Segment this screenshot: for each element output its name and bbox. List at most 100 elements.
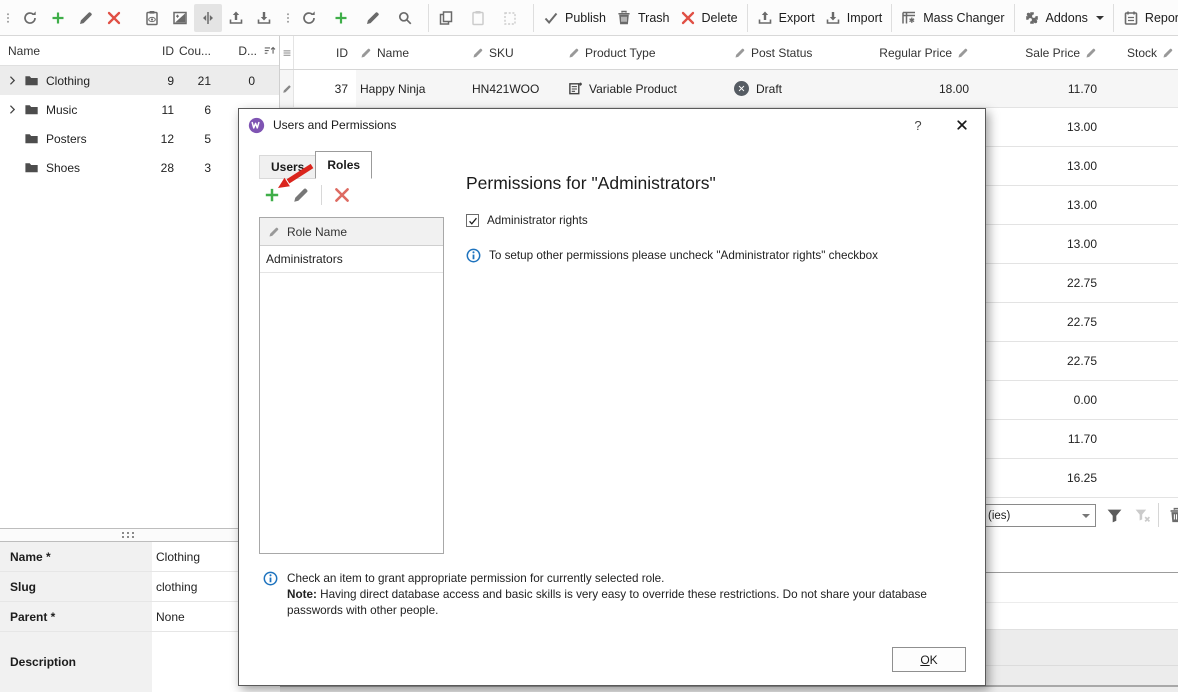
delete-product-button[interactable]: Delete bbox=[675, 4, 743, 32]
delete-filter-button[interactable] bbox=[1164, 503, 1178, 527]
dialog-tabs: Users Roles bbox=[259, 151, 372, 179]
sale-price-cell[interactable]: 22.75 bbox=[975, 315, 1103, 329]
permissions-info-text: To setup other permissions please unchec… bbox=[489, 248, 878, 262]
mass-changer-button[interactable]: Mass Changer bbox=[891, 4, 1009, 32]
addons-button[interactable]: Addons bbox=[1014, 4, 1109, 32]
sort-icon[interactable] bbox=[261, 44, 279, 58]
tree-export-button[interactable] bbox=[222, 4, 250, 32]
edit-role-button[interactable] bbox=[292, 186, 310, 204]
tree-row[interactable]: Clothing 9 21 0 bbox=[0, 66, 279, 95]
close-icon[interactable] bbox=[949, 114, 975, 136]
column-header-regular-price[interactable]: Regular Price bbox=[876, 46, 975, 60]
edit-product-button[interactable] bbox=[360, 4, 392, 32]
sale-price-cell[interactable]: 13.00 bbox=[975, 159, 1103, 173]
roles-toolbar bbox=[263, 185, 351, 205]
category-id: 9 bbox=[122, 74, 174, 88]
export-button[interactable]: Export bbox=[747, 4, 820, 32]
column-header-sale-price[interactable]: Sale Price bbox=[975, 46, 1103, 60]
column-header-sku[interactable]: SKU bbox=[468, 46, 564, 60]
toolbar-button-label: Export bbox=[779, 11, 815, 25]
funnel-icon bbox=[1106, 507, 1123, 524]
category-id: 11 bbox=[122, 103, 174, 117]
category-d-value: 0 bbox=[211, 74, 261, 88]
role-row[interactable]: Administrators bbox=[260, 246, 443, 273]
column-header-post-status[interactable]: Post Status bbox=[728, 46, 876, 60]
filter-dropdown[interactable]: (ies) bbox=[982, 504, 1096, 527]
expand-chevron-icon[interactable] bbox=[0, 104, 24, 115]
column-header-name[interactable]: Name bbox=[356, 46, 468, 60]
sale-price-cell[interactable]: 11.70 bbox=[975, 432, 1103, 446]
product-row[interactable]: 37 Happy Ninja HN421WOO Variable Product… bbox=[280, 70, 1178, 108]
regular-price-cell[interactable]: 18.00 bbox=[876, 82, 975, 96]
refresh-button[interactable] bbox=[296, 4, 328, 32]
tree-column-name[interactable]: Name bbox=[0, 44, 122, 58]
trash-button[interactable]: Trash bbox=[611, 4, 675, 32]
tree-split-columns-button[interactable] bbox=[194, 4, 222, 32]
help-button[interactable]: ? bbox=[907, 114, 929, 136]
sale-price-cell[interactable]: 13.00 bbox=[975, 237, 1103, 251]
toolbar-icon bbox=[397, 10, 413, 26]
column-header-stock[interactable]: Stock bbox=[1103, 46, 1178, 60]
edit-pencil-icon bbox=[360, 47, 372, 59]
product-type-cell[interactable]: Variable Product bbox=[564, 81, 728, 96]
folder-icon bbox=[24, 73, 39, 88]
add-product-button[interactable] bbox=[328, 4, 360, 32]
expand-chevron-icon[interactable] bbox=[0, 75, 24, 86]
apply-filter-button[interactable] bbox=[1102, 503, 1126, 527]
toolbar-icon bbox=[901, 10, 917, 26]
category-id: 28 bbox=[122, 161, 174, 175]
tab-roles[interactable]: Roles bbox=[315, 151, 372, 179]
toolbar-button-label: Reports bbox=[1145, 11, 1178, 25]
tree-column-d[interactable]: D... bbox=[211, 44, 261, 58]
tree-delete-button[interactable] bbox=[100, 4, 128, 32]
product-sku-cell[interactable]: HN421WOO bbox=[468, 82, 564, 96]
sale-price-cell[interactable]: 22.75 bbox=[975, 276, 1103, 290]
toolbar-grip-handle[interactable] bbox=[2, 5, 14, 31]
product-status-cell[interactable]: Draft bbox=[728, 81, 876, 96]
sale-price-cell[interactable]: 0.00 bbox=[975, 393, 1103, 407]
sale-price-cell[interactable]: 22.75 bbox=[975, 354, 1103, 368]
row-edit-pencil-icon[interactable] bbox=[280, 70, 294, 107]
role-list-header[interactable]: Role Name bbox=[260, 218, 443, 246]
reports-button[interactable]: Reports bbox=[1113, 4, 1178, 32]
search-button[interactable] bbox=[392, 4, 424, 32]
menu-icon[interactable] bbox=[280, 36, 294, 69]
administrator-rights-checkbox-row[interactable]: Administrator rights bbox=[466, 214, 971, 227]
toolbar-icon bbox=[333, 10, 349, 26]
tree-add-button[interactable] bbox=[44, 4, 72, 32]
product-id-cell[interactable]: 37 bbox=[294, 70, 356, 107]
clear-filter-button[interactable] bbox=[1130, 503, 1154, 527]
tree-refresh-button[interactable] bbox=[16, 4, 44, 32]
tree-column-id[interactable]: ID bbox=[122, 44, 174, 58]
sale-price-cell[interactable]: 11.70 bbox=[975, 82, 1103, 96]
delete-role-button[interactable] bbox=[333, 186, 351, 204]
tab-users[interactable]: Users bbox=[259, 155, 316, 179]
tree-edit-button[interactable] bbox=[72, 4, 100, 32]
toolbar-icon bbox=[106, 10, 122, 26]
sale-price-cell[interactable]: 13.00 bbox=[975, 120, 1103, 134]
toolbar-grip-handle[interactable] bbox=[282, 5, 294, 31]
import-button[interactable]: Import bbox=[820, 4, 887, 32]
paste-special-button[interactable] bbox=[497, 4, 529, 32]
copy-button[interactable] bbox=[428, 4, 465, 32]
edit-pencil-icon bbox=[1085, 47, 1097, 59]
sale-price-cell[interactable]: 13.00 bbox=[975, 198, 1103, 212]
tree-column-count[interactable]: Cou... bbox=[174, 44, 211, 58]
edit-pencil-icon bbox=[734, 47, 746, 59]
dialog-title: Users and Permissions bbox=[273, 118, 396, 132]
column-header-id[interactable]: ID bbox=[294, 36, 356, 69]
ok-button[interactable]: OK bbox=[892, 647, 966, 672]
tree-preview-button[interactable] bbox=[138, 4, 166, 32]
publish-button[interactable]: Publish bbox=[533, 4, 611, 32]
toolbar-icon bbox=[172, 10, 188, 26]
sale-price-cell[interactable]: 16.25 bbox=[975, 471, 1103, 485]
toolbar-icon bbox=[50, 10, 66, 26]
column-header-product-type[interactable]: Product Type bbox=[564, 46, 728, 60]
toolbar-button-label: Delete bbox=[702, 11, 738, 25]
tree-image-button[interactable] bbox=[166, 4, 194, 32]
tree-import-button[interactable] bbox=[250, 4, 278, 32]
paste-button[interactable] bbox=[465, 4, 497, 32]
add-role-button[interactable] bbox=[263, 186, 281, 204]
product-name-cell[interactable]: Happy Ninja bbox=[356, 82, 468, 96]
checkbox-checked-icon[interactable] bbox=[466, 214, 479, 227]
